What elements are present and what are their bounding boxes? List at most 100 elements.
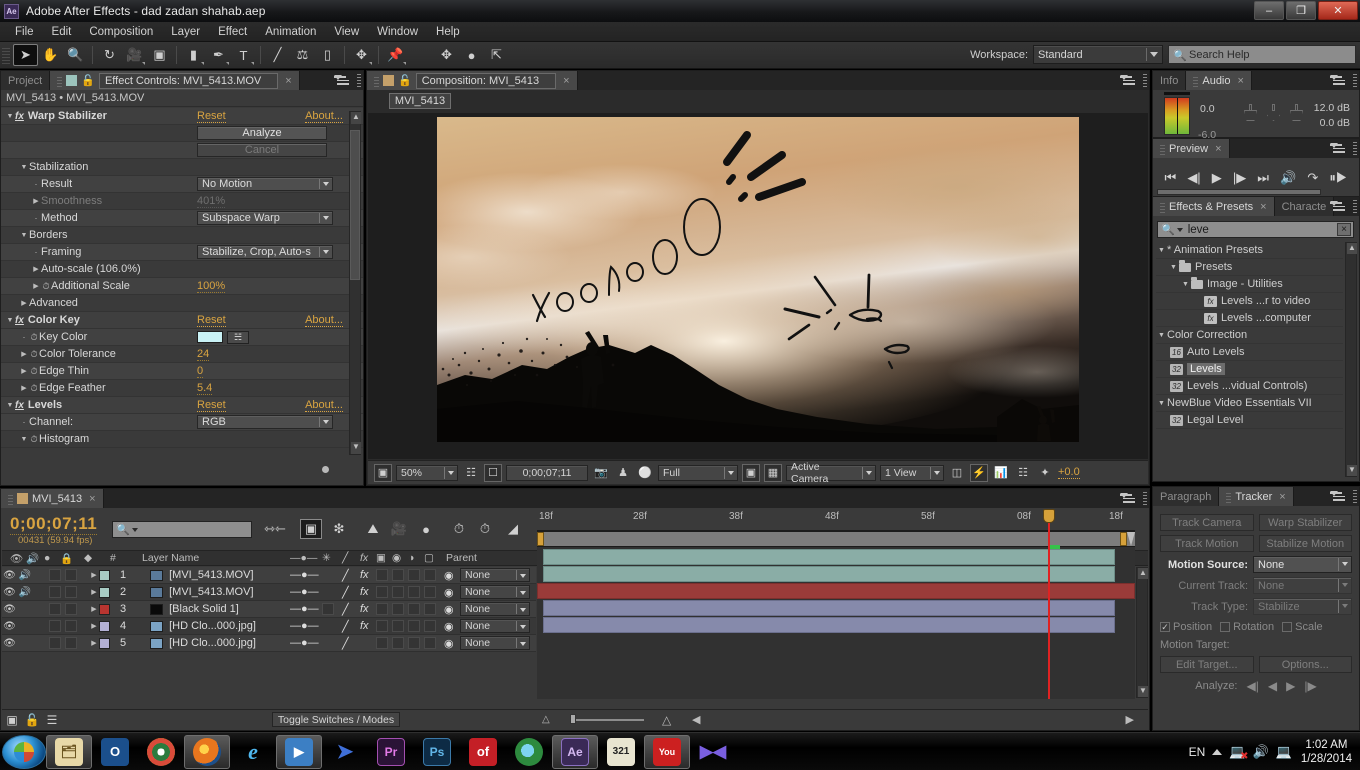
- menu-composition[interactable]: Composition: [80, 24, 162, 40]
- tree-item-levels-individual-controls[interactable]: 32 Levels ...vidual Controls): [1156, 378, 1343, 395]
- disclosure-triangle-icon[interactable]: ▶: [19, 299, 29, 307]
- disclosure-triangle-icon[interactable]: ▶: [19, 350, 29, 358]
- layer-shy-switch[interactable]: —●—: [290, 586, 319, 598]
- composition-mini-flowchart-icon[interactable]: ⇿⇽: [264, 519, 286, 539]
- layer-fx-switch[interactable]: fx: [360, 586, 369, 598]
- camera-view-select[interactable]: Active Camera: [786, 461, 876, 485]
- layer-solo-box[interactable]: [49, 603, 61, 615]
- layer-disclosure-icon[interactable]: ▶: [89, 571, 99, 579]
- disclosure-triangle-icon[interactable]: ▶: [19, 367, 29, 375]
- timeline-zoom-slider[interactable]: [562, 714, 652, 724]
- layer-fx-switch[interactable]: fx: [360, 569, 369, 581]
- tab-character[interactable]: Characte: [1274, 197, 1335, 216]
- channels-icon[interactable]: ⚪: [636, 464, 654, 482]
- layer-label-swatch[interactable]: [99, 603, 110, 615]
- track-camera-button[interactable]: Track Camera: [1160, 514, 1254, 531]
- layer-collapse-box[interactable]: [322, 603, 334, 615]
- layer-quality-switch[interactable]: ╱: [342, 603, 349, 616]
- take-snapshot-icon[interactable]: 📷: [592, 464, 610, 482]
- brainstorm-icon[interactable]: ●: [415, 519, 437, 539]
- clone-stamp-tool[interactable]: ⚖: [290, 44, 315, 66]
- scroll-up-icon[interactable]: ▲: [351, 112, 361, 124]
- layer-3d-box[interactable]: [424, 637, 436, 649]
- panel-grip[interactable]: [1353, 490, 1357, 503]
- current-time-display[interactable]: 0;00;07;11: [10, 514, 98, 535]
- taskbar-item-internet-explorer[interactable]: e: [230, 735, 276, 769]
- disclosure-triangle-icon[interactable]: ▼: [19, 164, 29, 171]
- eyedropper-icon[interactable]: ☵: [227, 330, 249, 344]
- taskbar-item-opera-browser[interactable]: O: [92, 735, 138, 769]
- tab-grip[interactable]: [8, 492, 13, 505]
- menu-effect[interactable]: Effect: [209, 24, 256, 40]
- parent-pickwhip-icon[interactable]: ◉: [444, 603, 454, 616]
- magnification-select[interactable]: 50%: [396, 464, 458, 481]
- layer-visibility-icon[interactable]: 👁: [2, 604, 17, 615]
- close-icon[interactable]: ×: [1238, 75, 1244, 87]
- layer-solo-box[interactable]: [49, 569, 61, 581]
- audio-slider-left[interactable]: [1244, 104, 1257, 122]
- menu-file[interactable]: File: [6, 24, 43, 40]
- layer-solo-box[interactable]: [49, 586, 61, 598]
- layer-clip-bar[interactable]: [543, 549, 1115, 565]
- method-select[interactable]: Subspace Warp: [197, 211, 333, 225]
- work-area-start-handle[interactable]: [537, 532, 544, 546]
- scroll-up-icon[interactable]: ▲: [1138, 568, 1148, 579]
- chevron-down-icon[interactable]: [131, 527, 138, 532]
- layer-adjustment-box[interactable]: [408, 603, 420, 615]
- layer-motion-blur-box[interactable]: [392, 620, 404, 632]
- layer-clip-bar[interactable]: [543, 566, 1115, 582]
- tab-grip[interactable]: [57, 74, 63, 87]
- chevron-down-icon[interactable]: [1176, 227, 1183, 232]
- layer-name[interactable]: [HD Clo...000.jpg]: [169, 637, 256, 649]
- color-tolerance-value[interactable]: 24: [197, 348, 210, 361]
- layer-clip-bar[interactable]: [543, 600, 1115, 616]
- tab-grip[interactable]: [1226, 490, 1232, 503]
- taskbar-item-k-lite-codec[interactable]: 321: [598, 735, 644, 769]
- layer-3d-box[interactable]: [424, 620, 436, 632]
- position-checkbox[interactable]: ✓ Position: [1160, 621, 1212, 633]
- layer-shy-switch[interactable]: —●—: [290, 637, 319, 649]
- layer-adjustment-box[interactable]: [408, 620, 420, 632]
- toggle-mask-icon[interactable]: ▣: [742, 463, 760, 482]
- layer-motion-blur-box[interactable]: [392, 603, 404, 615]
- audio-slider-right[interactable]: [1290, 104, 1303, 122]
- composition-viewer[interactable]: [368, 113, 1148, 459]
- snapping-arrow-icon[interactable]: ⇱: [484, 44, 509, 66]
- tab-grip[interactable]: [1193, 74, 1199, 87]
- layer-solo-box[interactable]: [49, 620, 61, 632]
- layer-name[interactable]: [Black Solid 1]: [169, 603, 239, 615]
- roto-brush-tool[interactable]: ✥: [349, 44, 374, 66]
- close-icon[interactable]: ×: [1279, 491, 1285, 503]
- layer-disclosure-icon[interactable]: ▶: [89, 605, 99, 613]
- auto-keyframe-icon[interactable]: ⏱: [448, 519, 470, 539]
- tab-paragraph[interactable]: Paragraph: [1153, 487, 1220, 506]
- effect-header-color-key[interactable]: ▼ fx Color Key Reset About...: [1, 312, 363, 329]
- analyze-button[interactable]: Analyze: [197, 126, 327, 140]
- puppet-pin-tool[interactable]: 📌: [383, 44, 408, 66]
- audio-icon[interactable]: 🔊: [1280, 170, 1296, 186]
- group-advanced[interactable]: ▶ Advanced: [1, 295, 363, 312]
- layer-frame-blend-box[interactable]: [376, 620, 388, 632]
- reset-link[interactable]: Reset: [197, 110, 226, 123]
- taskbar-item-windows-media-player[interactable]: ▶: [276, 734, 322, 769]
- pan-behind-tool[interactable]: ▣: [147, 44, 172, 66]
- layer-frame-blend-box[interactable]: [376, 569, 388, 581]
- resolution-select[interactable]: Full: [658, 464, 738, 481]
- layer-solo-box[interactable]: [49, 637, 61, 649]
- layer-disclosure-icon[interactable]: ▶: [89, 622, 99, 630]
- group-borders[interactable]: ▼ Borders: [1, 227, 363, 244]
- about-link[interactable]: About...: [305, 399, 343, 412]
- lock-icon[interactable]: 🔓: [81, 74, 95, 87]
- warp-stabilizer-button[interactable]: Warp Stabilizer: [1258, 514, 1352, 531]
- layer-label-swatch[interactable]: [99, 620, 110, 632]
- tab-grip[interactable]: [1160, 142, 1165, 155]
- show-hidden-icons-icon[interactable]: [1212, 749, 1223, 755]
- stopwatch-icon[interactable]: ⏱: [41, 281, 51, 292]
- effect-controls-scrollbar[interactable]: ▲ ▼: [349, 111, 361, 455]
- layer-name[interactable]: [MVI_5413.MOV]: [169, 586, 253, 598]
- pen-tool[interactable]: ✒: [206, 44, 231, 66]
- work-area-end-handle[interactable]: [1120, 532, 1127, 546]
- scroll-down-icon[interactable]: ▼: [351, 442, 361, 454]
- edge-feather-value[interactable]: 5.4: [197, 382, 213, 395]
- scroll-left-icon[interactable]: ◀: [692, 713, 700, 726]
